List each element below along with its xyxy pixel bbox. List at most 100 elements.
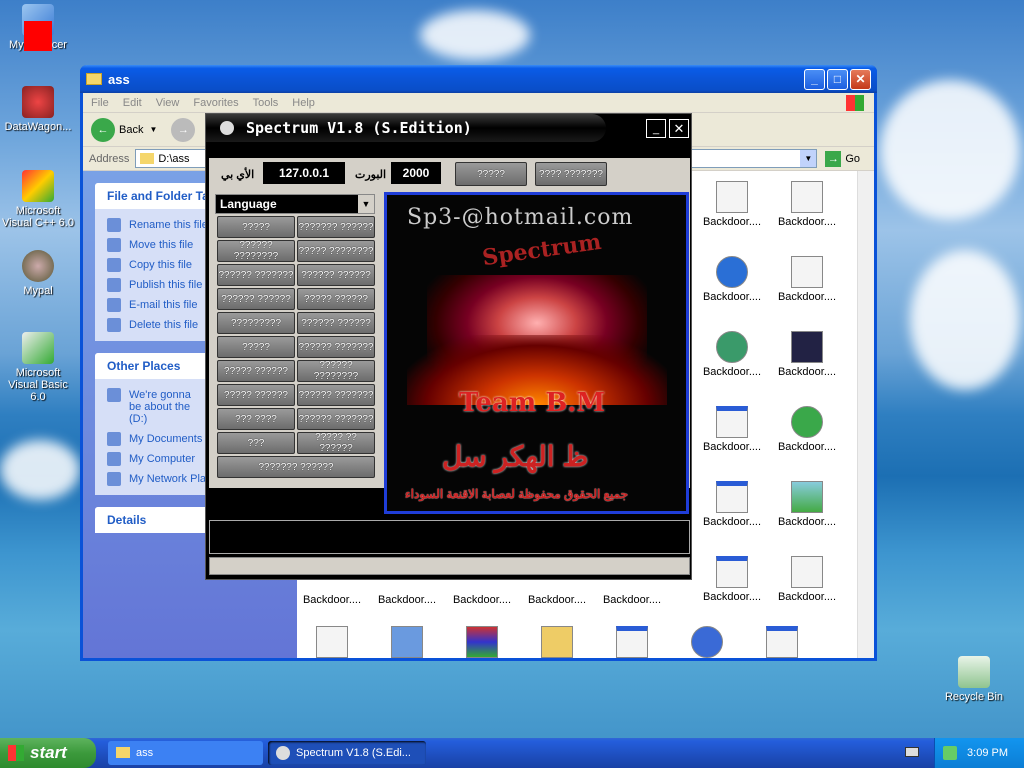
back-button-label[interactable]: Back [119, 124, 143, 136]
desktop-icon-visual-cpp[interactable]: Microsoft Visual C++ 6.0 [0, 170, 76, 229]
back-arrow-icon[interactable]: ← [91, 117, 115, 142]
taskbar-item-explorer[interactable]: ass [108, 741, 263, 765]
banner-brand: Spectrum [480, 228, 603, 272]
file-item[interactable]: Backdoor.... [697, 181, 767, 228]
file-item[interactable]: Backdoor.... [697, 481, 767, 528]
chevron-down-icon[interactable]: ▼ [800, 150, 817, 167]
port-label: البورت [355, 169, 387, 181]
cmd-button[interactable]: ????? ?????? [217, 360, 295, 382]
cmd-button[interactable]: ?????? ?????? [297, 264, 375, 286]
button-label: ?????? ??????? [298, 389, 374, 401]
cmd-button[interactable]: ????? ?????? [217, 384, 295, 406]
cmd-button[interactable]: ?????? ??????? [297, 336, 375, 358]
file-item[interactable]: Backdoor.... [697, 556, 767, 603]
desktop-icon-label: DataWagon... [4, 121, 72, 133]
chevron-down-icon[interactable]: ▼ [358, 195, 374, 213]
keyboard-icon[interactable] [905, 747, 919, 757]
chevron-down-icon[interactable]: ▼ [149, 125, 157, 134]
window-icon [766, 626, 798, 658]
button-label: ????? [477, 168, 505, 180]
spectrum-banner: Sp3-@hotmail.com Spectrum Team B.M ظ اله… [384, 192, 689, 514]
cmd-button[interactable]: ????? [217, 336, 295, 358]
cmd-button[interactable]: ?????? ?????? [297, 312, 375, 334]
desktop-icon-datawagon[interactable]: DataWagon... [0, 86, 76, 133]
desktop-icon-label: My cer [0, 21, 76, 51]
button-label: ?????? ???????? [313, 360, 359, 382]
cmd-button[interactable]: ?????? ???????? [297, 360, 375, 382]
go-arrow-icon[interactable]: → [825, 150, 842, 167]
place-drive-d[interactable]: We're gonna be about the (D:) [107, 385, 197, 429]
spectrum-window[interactable]: Spectrum V1.8 (S.Edition) _ ✕ الأي بي 12… [205, 113, 692, 580]
spectrum-title-bar[interactable]: Spectrum V1.8 (S.Edition) [206, 114, 606, 142]
menu-help[interactable]: Help [292, 97, 315, 109]
cmd-button[interactable]: ????????? [217, 312, 295, 334]
file-item[interactable]: Backdoor.... [697, 331, 767, 378]
file-item[interactable] [297, 626, 367, 661]
cmd-button[interactable]: ??? [217, 432, 295, 454]
minimize-button[interactable]: _ [646, 119, 666, 138]
menu-file[interactable]: File [91, 97, 109, 109]
close-button[interactable]: ✕ [669, 119, 689, 138]
banner-email: Sp3-@hotmail.com [407, 205, 634, 230]
desktop-icon-visual-basic[interactable]: Microsoft Visual Basic 6.0 [0, 332, 76, 403]
menu-favorites[interactable]: Favorites [193, 97, 238, 109]
desktop-icon-my-computer[interactable]: My cer [0, 4, 76, 51]
taskbar-item-spectrum[interactable]: Spectrum V1.8 (S.Edi... [268, 741, 426, 765]
button-label: ???? ??????? [539, 168, 603, 180]
cmd-button[interactable]: ?????? ??????? [297, 408, 375, 430]
window-icon [616, 626, 648, 658]
desktop-icon-mypal[interactable]: Mypal [0, 250, 76, 297]
cmd-button[interactable]: ??? ???? [217, 408, 295, 430]
explorer-title-bar[interactable]: ass _ □ ✕ [80, 65, 877, 93]
ip-field[interactable]: 127.0.0.1 [263, 162, 345, 184]
cmd-button[interactable]: ????? ???????? [297, 240, 375, 262]
spectrum-body: الأي بي 127.0.0.1 البورت 2000 ????? ????… [209, 158, 690, 514]
menu-edit[interactable]: Edit [123, 97, 142, 109]
spectrum-output-area[interactable] [209, 520, 690, 554]
cmd-button[interactable]: ????? ?? ?????? [297, 432, 375, 454]
cmd-button[interactable]: ??????? ?????? [297, 216, 375, 238]
globe-icon [716, 331, 748, 363]
cmd-wide-button[interactable]: ??????? ?????? [217, 456, 375, 478]
go-button[interactable]: Go [845, 153, 860, 165]
file-item[interactable]: Backdoor.... [772, 256, 842, 303]
file-item[interactable] [747, 626, 817, 661]
file-item[interactable] [672, 626, 742, 661]
button-label: ?????? ??????? [298, 341, 374, 353]
cmd-button[interactable]: ?????? ???????? [217, 240, 295, 262]
file-label: Backdoor.... [302, 594, 362, 606]
menu-tools[interactable]: Tools [253, 97, 279, 109]
desktop-icon-recycle-bin[interactable]: Recycle Bin [936, 656, 1012, 703]
file-item[interactable]: Backdoor.... [772, 181, 842, 228]
language-select[interactable]: Language ▼ [215, 194, 375, 214]
forward-arrow-icon[interactable]: → [171, 117, 196, 142]
ie-computer-icon [391, 626, 423, 658]
file-item[interactable]: Backdoor.... [772, 481, 842, 528]
file-item[interactable]: Backdoor.... [697, 406, 767, 453]
file-item[interactable]: Backdoor.... [772, 556, 842, 603]
file-item[interactable]: Backdoor.... [772, 331, 842, 378]
file-item[interactable]: Backdoor.... [772, 406, 842, 453]
vertical-scrollbar[interactable] [857, 171, 874, 658]
cmd-button[interactable]: ?????? ??????? [217, 264, 295, 286]
file-item[interactable] [597, 626, 667, 661]
start-button[interactable]: start [0, 738, 96, 768]
language-value: Language [220, 197, 277, 211]
close-button[interactable]: ✕ [850, 68, 871, 90]
file-item[interactable]: Backdoor.... [697, 256, 767, 303]
menu-view[interactable]: View [156, 97, 180, 109]
network-icon[interactable] [943, 746, 957, 760]
cmd-button[interactable]: ?????? ??????? [297, 384, 375, 406]
file-item[interactable] [447, 626, 517, 661]
connect-button[interactable]: ????? [455, 162, 527, 186]
minimize-button[interactable]: _ [804, 68, 825, 90]
file-item[interactable] [522, 626, 592, 661]
disconnect-button[interactable]: ???? ??????? [535, 162, 607, 186]
file-item[interactable] [372, 626, 442, 661]
cmd-button[interactable]: ????? [217, 216, 295, 238]
cmd-button[interactable]: ????? ?????? [297, 288, 375, 310]
cmd-button[interactable]: ?????? ?????? [217, 288, 295, 310]
port-field[interactable]: 2000 [391, 162, 441, 184]
maximize-button[interactable]: □ [827, 68, 848, 90]
clock[interactable]: 3:09 PM [967, 747, 1008, 759]
